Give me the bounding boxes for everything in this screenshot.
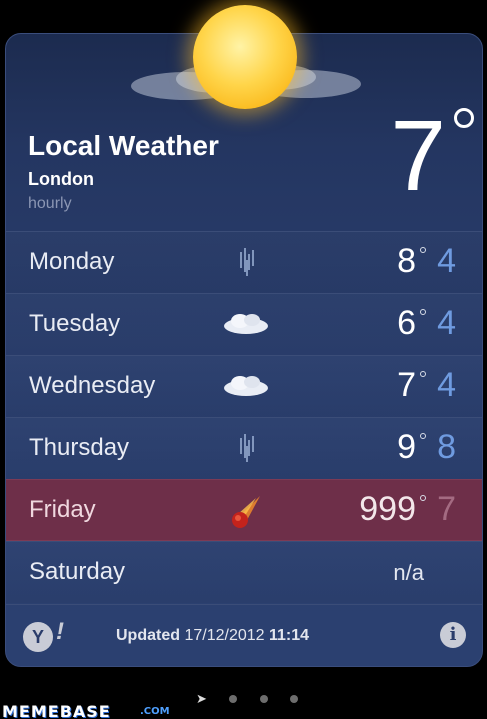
current-temperature: 7 (390, 100, 446, 212)
page-dot (290, 694, 299, 703)
page-dot (229, 694, 238, 703)
low-temperature: 7 (437, 490, 456, 528)
high-temperature: 6 (397, 304, 416, 342)
day-label: Wednesday (29, 372, 156, 399)
page-dot (259, 694, 268, 703)
forecast-list: Monday 8 4 Tuesday 6 4 Wednesday 7 4 Thu… (6, 231, 482, 603)
meteor-icon (232, 496, 260, 528)
day-label: Friday (29, 496, 96, 523)
forecast-row-tuesday: Tuesday 6 4 (6, 293, 482, 355)
day-label: Thursday (29, 434, 130, 461)
watermark-name: MEMEBASE (2, 702, 111, 719)
forecast-row-friday: Friday 999 7 (6, 479, 482, 541)
degree-symbol (420, 433, 426, 439)
high-temperature: 7 (397, 366, 416, 404)
forecast-row-monday: Monday 8 4 (6, 231, 482, 293)
widget-footer: Y ! Updated 17/12/2012 11:14 i (6, 604, 482, 666)
degree-symbol (420, 309, 426, 315)
forecast-row-thursday: Thursday 9 8 (6, 417, 482, 479)
degree-symbol (420, 371, 426, 377)
cloudy-icon (224, 314, 268, 334)
rain-icon (240, 248, 254, 276)
yahoo-logo-icon[interactable]: Y (23, 622, 53, 652)
rain-icon (240, 434, 254, 462)
last-updated-text: Updated 17/12/2012 11:14 (116, 627, 309, 645)
forecast-mode[interactable]: hourly (28, 195, 72, 213)
day-label: Tuesday (29, 310, 121, 337)
weather-widget: Local Weather London hourly 7 Monday 8 4… (5, 33, 483, 667)
day-label: Saturday (29, 558, 126, 585)
info-icon[interactable]: i (440, 622, 466, 648)
low-temperature: 8 (437, 428, 456, 466)
forecast-row-saturday: Saturday n/a (6, 541, 482, 603)
degree-symbol (454, 108, 474, 128)
updated-date: 17/12/2012 (184, 627, 265, 644)
sun-icon (193, 5, 297, 109)
city-name: London (28, 169, 94, 189)
watermark-domain: .COM (140, 706, 170, 717)
high-temperature: 999 (359, 490, 416, 528)
updated-time: 11:14 (268, 627, 310, 644)
memebase-watermark: MEMEBASE .COM (0, 702, 487, 719)
low-temperature: 4 (437, 366, 456, 404)
widget-title: Local Weather (28, 130, 219, 161)
degree-symbol (420, 495, 426, 501)
yahoo-logo-bang: ! (56, 618, 64, 645)
day-label: Monday (29, 248, 115, 275)
not-available-value: n/a (393, 560, 424, 585)
forecast-row-wednesday: Wednesday 7 4 (6, 355, 482, 417)
cloudy-icon (224, 376, 268, 396)
high-temperature: 9 (397, 428, 416, 466)
low-temperature: 4 (437, 242, 456, 280)
high-temperature: 8 (397, 242, 416, 280)
degree-symbol (420, 247, 426, 253)
low-temperature: 4 (437, 304, 456, 342)
updated-label: Updated (116, 627, 180, 644)
